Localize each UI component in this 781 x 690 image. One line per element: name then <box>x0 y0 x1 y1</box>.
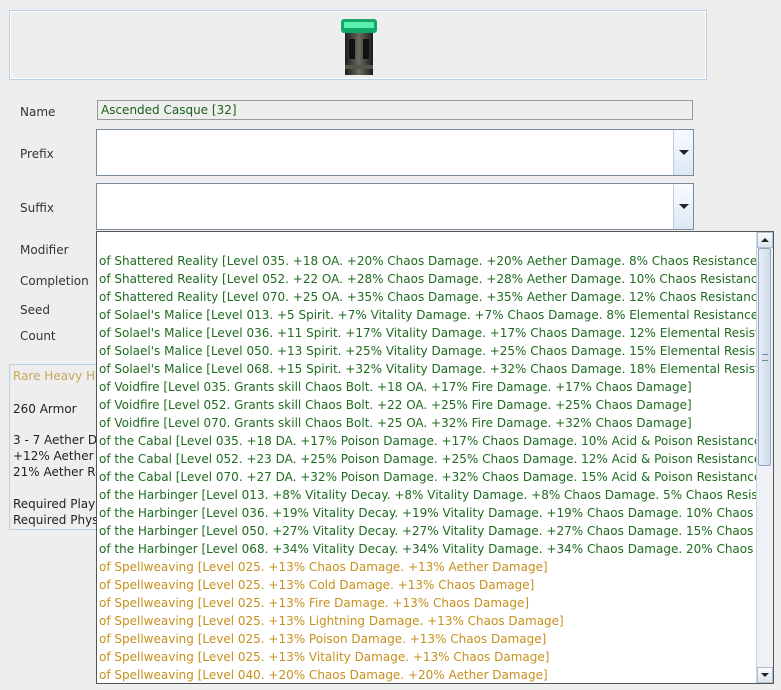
item-requirement: Required Physi <box>13 513 102 527</box>
scroll-up-button[interactable] <box>757 232 773 248</box>
helmet-icon <box>341 19 377 75</box>
suffix-option[interactable]: of the Cabal [Level 035. +18 DA. +17% Po… <box>97 432 773 450</box>
suffix-option[interactable]: of Solael's Malice [Level 013. +5 Spirit… <box>97 306 773 324</box>
seed-label: Seed <box>20 303 50 317</box>
name-label: Name <box>20 105 56 119</box>
prefix-combo[interactable] <box>96 129 694 176</box>
scroll-thumb[interactable] <box>758 248 771 466</box>
completion-label: Completion <box>20 274 89 288</box>
suffix-option[interactable]: of the Harbinger [Level 013. +8% Vitalit… <box>97 486 773 504</box>
suffix-option[interactable]: of Shattered Reality [Level 035. +18 OA.… <box>97 252 773 270</box>
suffix-options: of Shattered Reality [Level 035. +18 OA.… <box>97 252 773 683</box>
suffix-option[interactable]: of Voidfire [Level 070. Grants skill Cha… <box>97 414 773 432</box>
suffix-dropdown-list[interactable]: of Shattered Reality [Level 035. +18 OA.… <box>96 231 774 684</box>
scrollbar[interactable] <box>756 232 773 683</box>
suffix-option[interactable]: of Spellweaving [Level 025. +13% Cold Da… <box>97 576 773 594</box>
item-stat-line: 21% Aether Res <box>13 465 109 479</box>
scroll-down-button[interactable] <box>757 667 773 683</box>
suffix-option[interactable]: of Spellweaving [Level 040. +20% Chaos D… <box>97 666 773 683</box>
suffix-option[interactable]: of the Cabal [Level 070. +27 DA. +32% Po… <box>97 468 773 486</box>
item-title: Rare Heavy Hel <box>13 369 106 383</box>
item-armor: 260 Armor <box>13 402 77 416</box>
suffix-label: Suffix <box>20 201 54 215</box>
count-label: Count <box>20 329 56 343</box>
suffix-option[interactable]: of Voidfire [Level 052. Grants skill Cha… <box>97 396 773 414</box>
chevron-down-icon[interactable] <box>673 184 693 229</box>
suffix-option[interactable]: of Solael's Malice [Level 068. +15 Spiri… <box>97 360 773 378</box>
suffix-option[interactable]: of Spellweaving [Level 025. +13% Chaos D… <box>97 558 773 576</box>
modifier-label: Modifier <box>20 243 69 257</box>
suffix-option[interactable]: of the Harbinger [Level 050. +27% Vitali… <box>97 522 773 540</box>
suffix-option[interactable]: of Solael's Malice [Level 036. +11 Spiri… <box>97 324 773 342</box>
item-info-panel: Rare Heavy Hel 260 Armor 3 - 7 Aether Da… <box>9 364 109 530</box>
suffix-option[interactable]: of Spellweaving [Level 025. +13% Fire Da… <box>97 594 773 612</box>
item-stat-line: 3 - 7 Aether Da <box>13 433 105 447</box>
suffix-option[interactable]: of Solael's Malice [Level 050. +13 Spiri… <box>97 342 773 360</box>
prefix-label: Prefix <box>20 147 54 161</box>
suffix-combo[interactable] <box>96 183 694 230</box>
suffix-option[interactable]: of the Harbinger [Level 068. +34% Vitali… <box>97 540 773 558</box>
name-field[interactable]: Ascended Casque [32] <box>97 100 693 120</box>
suffix-option[interactable]: of Spellweaving [Level 025. +13% Lightni… <box>97 612 773 630</box>
item-stat-line: +12% Aether Da <box>13 449 109 463</box>
suffix-option[interactable]: of Shattered Reality [Level 052. +22 OA.… <box>97 270 773 288</box>
suffix-option[interactable]: of the Cabal [Level 052. +23 DA. +25% Po… <box>97 450 773 468</box>
suffix-option[interactable]: of Voidfire [Level 035. Grants skill Cha… <box>97 378 773 396</box>
chevron-down-icon[interactable] <box>673 130 693 175</box>
suffix-option[interactable]: of the Harbinger [Level 036. +19% Vitali… <box>97 504 773 522</box>
suffix-option[interactable]: of Spellweaving [Level 025. +13% Vitalit… <box>97 648 773 666</box>
item-requirement: Required Playe <box>13 497 103 511</box>
suffix-option[interactable]: of Shattered Reality [Level 070. +25 OA.… <box>97 288 773 306</box>
suffix-option[interactable]: of Spellweaving [Level 025. +13% Poison … <box>97 630 773 648</box>
item-icon-panel <box>9 10 707 80</box>
